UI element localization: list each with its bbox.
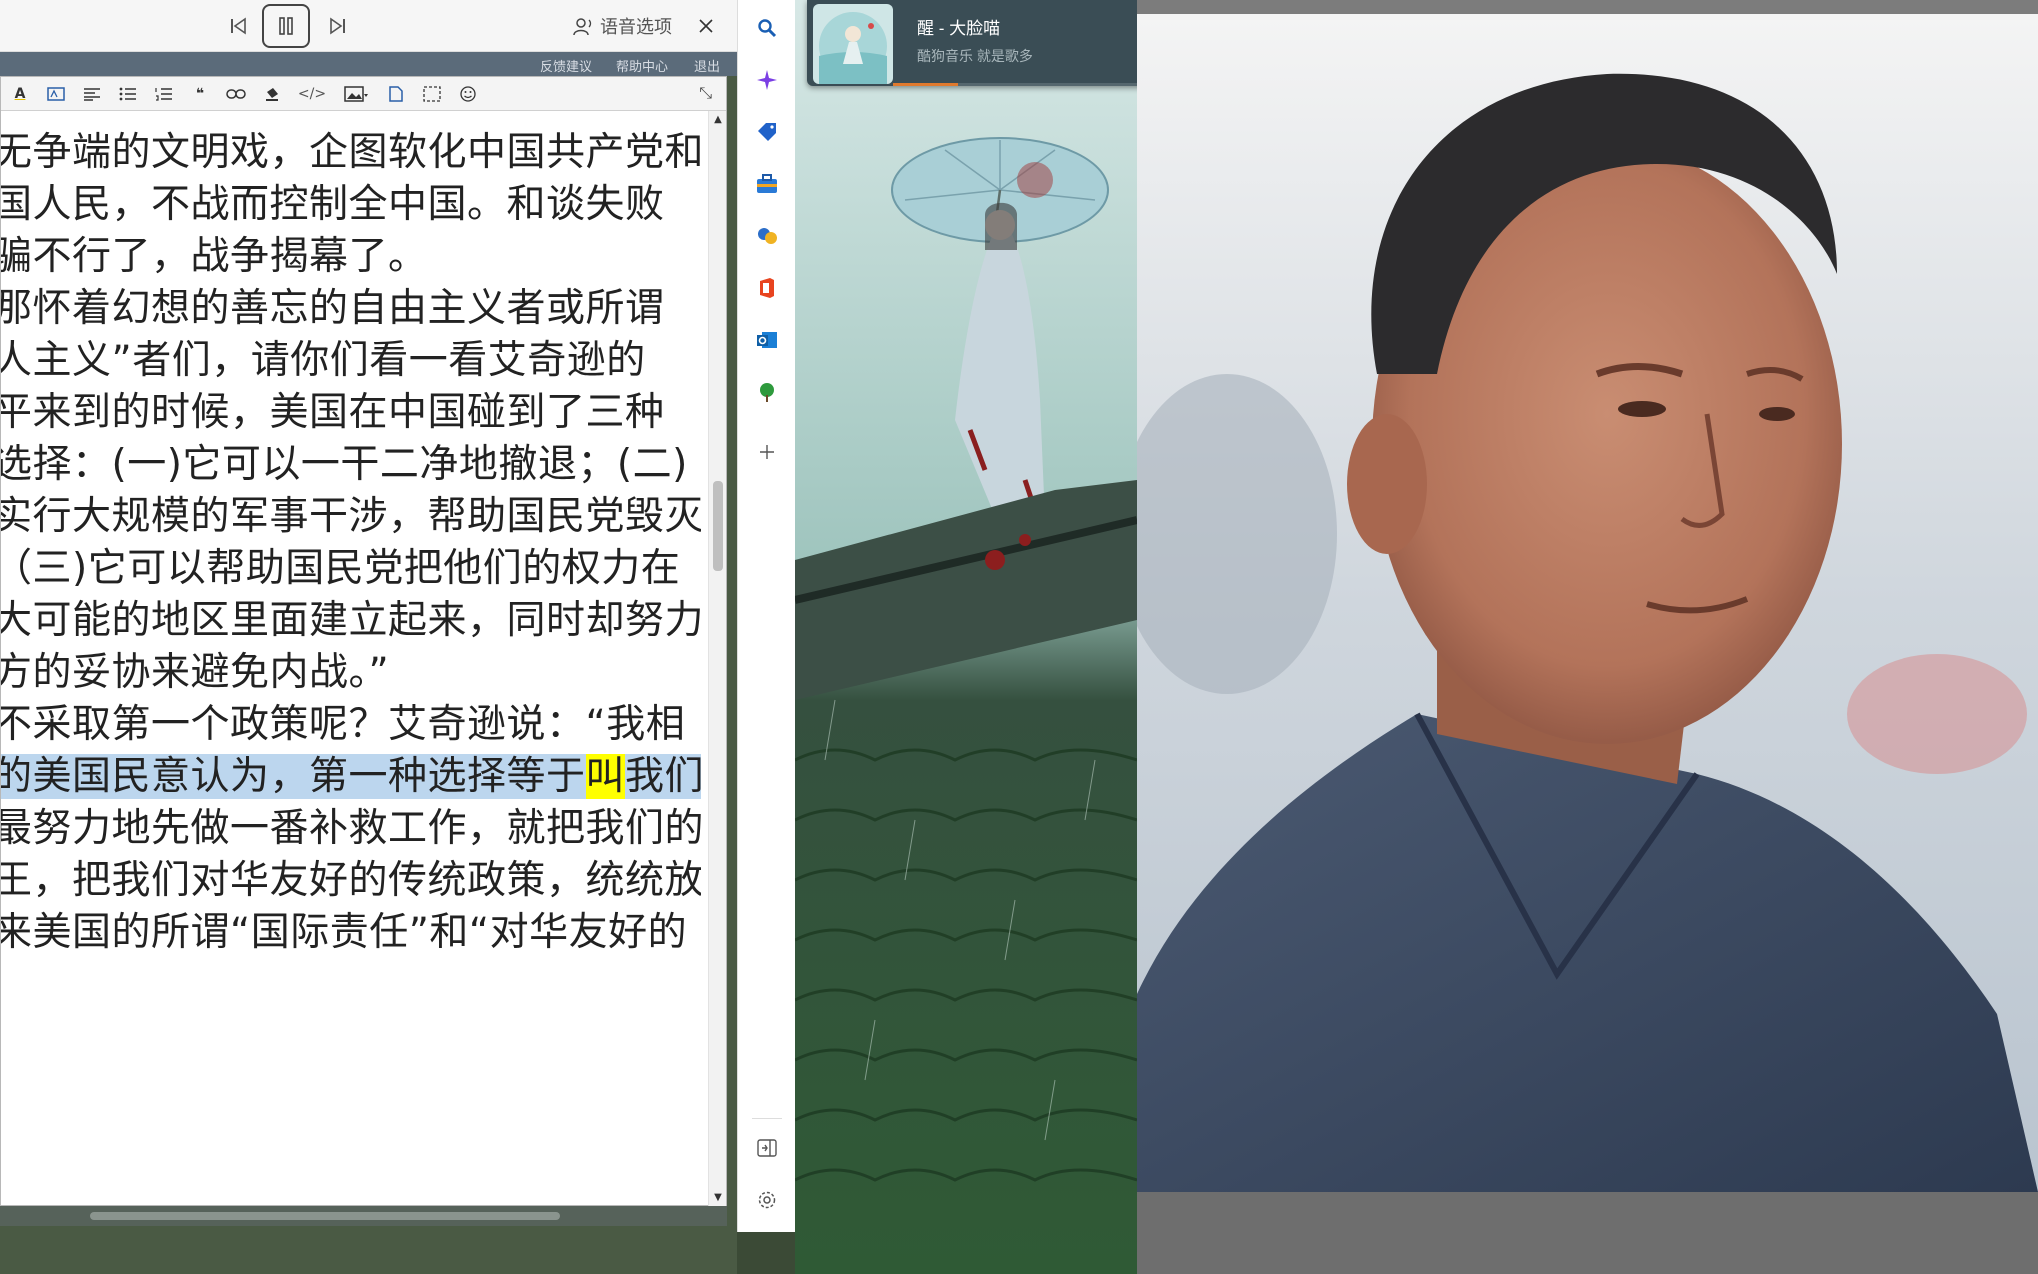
text-line: 人主义”者们，请你们看一看艾奇逊的 [1, 338, 646, 383]
edge-sidebar [737, 0, 795, 1232]
song-progress-fill [893, 83, 959, 86]
pause-button[interactable] [262, 4, 310, 48]
paint-bucket-icon[interactable] [261, 83, 283, 105]
add-icon[interactable] [751, 436, 783, 468]
sentence-highlight-tail: 我们 [625, 754, 701, 799]
close-read-aloud-button[interactable] [688, 8, 724, 44]
emoji-icon[interactable] [457, 83, 479, 105]
text-line: 无争端的文明戏，企图软化中国共产党和 [1, 130, 701, 175]
vertical-scrollbar[interactable]: ▲ ▼ [708, 111, 726, 1207]
skip-previous-icon [231, 17, 246, 35]
select-area-icon[interactable] [421, 83, 443, 105]
text-line: 最努力地先做一番补救工作，就把我们的 [1, 806, 701, 851]
horizontal-scroll-thumb[interactable] [90, 1212, 560, 1220]
text-line: 平来到的时候，美国在中国碰到了三种 [1, 390, 665, 435]
tools-briefcase-icon[interactable] [751, 168, 783, 200]
text-line: 骗不行了，战争揭幕了。 [1, 234, 428, 279]
sidebar-divider [752, 1118, 782, 1119]
settings-gear-icon[interactable] [751, 1184, 783, 1216]
anime-wallpaper-image [795, 0, 1137, 1274]
desktop-background-strip [737, 1232, 795, 1274]
highlighted-sentence-line: 的美国民意认为，第一种选择等于叫我们 [1, 745, 701, 801]
scroll-up-arrow-icon[interactable]: ▲ [709, 111, 727, 129]
text-line: 来美国的所谓“国际责任”和“对华友好的 [1, 910, 688, 955]
tree-icon[interactable] [751, 376, 783, 408]
text-line: 王，把我们对华友好的传统政策，统统放 [1, 858, 701, 903]
horizontal-scrollbar[interactable] [0, 1206, 727, 1226]
portrait-photo [1137, 14, 2038, 1192]
text-line: 不采取第一个政策呢？艾奇逊说：“我相 [1, 702, 686, 747]
vertical-scroll-thumb[interactable] [713, 481, 723, 571]
voice-person-icon [573, 18, 592, 36]
album-art-image [813, 4, 893, 84]
search-icon[interactable] [751, 12, 783, 44]
editor-toolbar: A ❝ </> ⤡ [1, 77, 726, 111]
sentence-highlight: 的美国民意认为，第一种选择等于 [1, 754, 586, 799]
text-line: 大可能的地区里面建立起来，同时却努力 [1, 598, 701, 643]
link-icon[interactable] [225, 83, 247, 105]
feedback-link[interactable]: 反馈建议 [540, 56, 592, 75]
text-line: 国人民，不战而控制全中国。和谈失败 [1, 182, 665, 227]
skip-next-icon [330, 17, 345, 35]
text-line: 实行大规模的军事干涉，帮助国民党毁灭 [1, 494, 701, 539]
read-aloud-bar: 语音选项 [0, 0, 737, 52]
editor-text-area[interactable]: 无争端的文明戏，企图软化中国共产党和 国人民，不战而控制全中国。和谈失败 骗不行… [1, 111, 701, 1207]
shopping-tag-icon[interactable] [751, 116, 783, 148]
outlook-icon[interactable] [751, 324, 783, 356]
close-icon [699, 19, 713, 33]
photo-viewer [1137, 0, 2038, 1274]
current-word-highlight: 叫 [585, 754, 626, 799]
voice-options-label: 语音选项 [600, 17, 672, 38]
numbered-list-icon[interactable] [153, 83, 175, 105]
help-center-link[interactable]: 帮助中心 [616, 56, 668, 75]
logout-link[interactable]: 退出 [694, 56, 720, 75]
align-left-icon[interactable] [81, 83, 103, 105]
text-line: 那怀着幻想的善忘的自由主义者或所谓 [1, 286, 665, 331]
rich-text-editor: A ❝ </> ⤡ 无争端的文明戏，企图软化中国共产党和 国人民，不战而控制全中… [0, 76, 727, 1207]
next-paragraph-button[interactable] [320, 8, 356, 44]
code-icon[interactable]: </> [297, 83, 327, 105]
hide-sidebar-icon[interactable] [751, 1132, 783, 1164]
copilot-sparkle-icon[interactable] [751, 64, 783, 96]
pause-icon [279, 17, 293, 35]
insert-image-icon[interactable] [341, 83, 371, 105]
games-icon[interactable] [751, 220, 783, 252]
scroll-down-arrow-icon[interactable]: ▼ [709, 1189, 727, 1207]
song-title: 醒 - 大脸喵 [917, 19, 1001, 38]
page-header-strip: 反馈建议 帮助中心 退出 [0, 52, 737, 76]
office-icon[interactable] [751, 272, 783, 304]
font-color-icon[interactable]: A [9, 83, 31, 105]
voice-options-button[interactable]: 语音选项 [563, 8, 681, 44]
document-icon[interactable] [385, 83, 407, 105]
photo-viewer-top-strip [1137, 0, 2038, 14]
quote-icon[interactable]: ❝ [189, 83, 211, 105]
text-style-icon[interactable] [45, 83, 67, 105]
collapse-icon[interactable]: ⤡ [699, 83, 712, 103]
player-source-label: 酷狗音乐 就是歌多 [917, 48, 1033, 64]
reader-window: 语音选项 反馈建议 帮助中心 退出 A ❝ </> ⤡ 无争端的文明戏，企图软化… [0, 0, 737, 1274]
text-line: （三)它可以帮助国民党把他们的权力在 [1, 546, 681, 591]
previous-paragraph-button[interactable] [220, 8, 256, 44]
text-line: 方的妥协来避免内战。” [1, 650, 390, 695]
bulleted-list-icon[interactable] [117, 83, 139, 105]
text-line: 选择：(一)它可以一干二净地撤退；(二) [1, 442, 688, 487]
